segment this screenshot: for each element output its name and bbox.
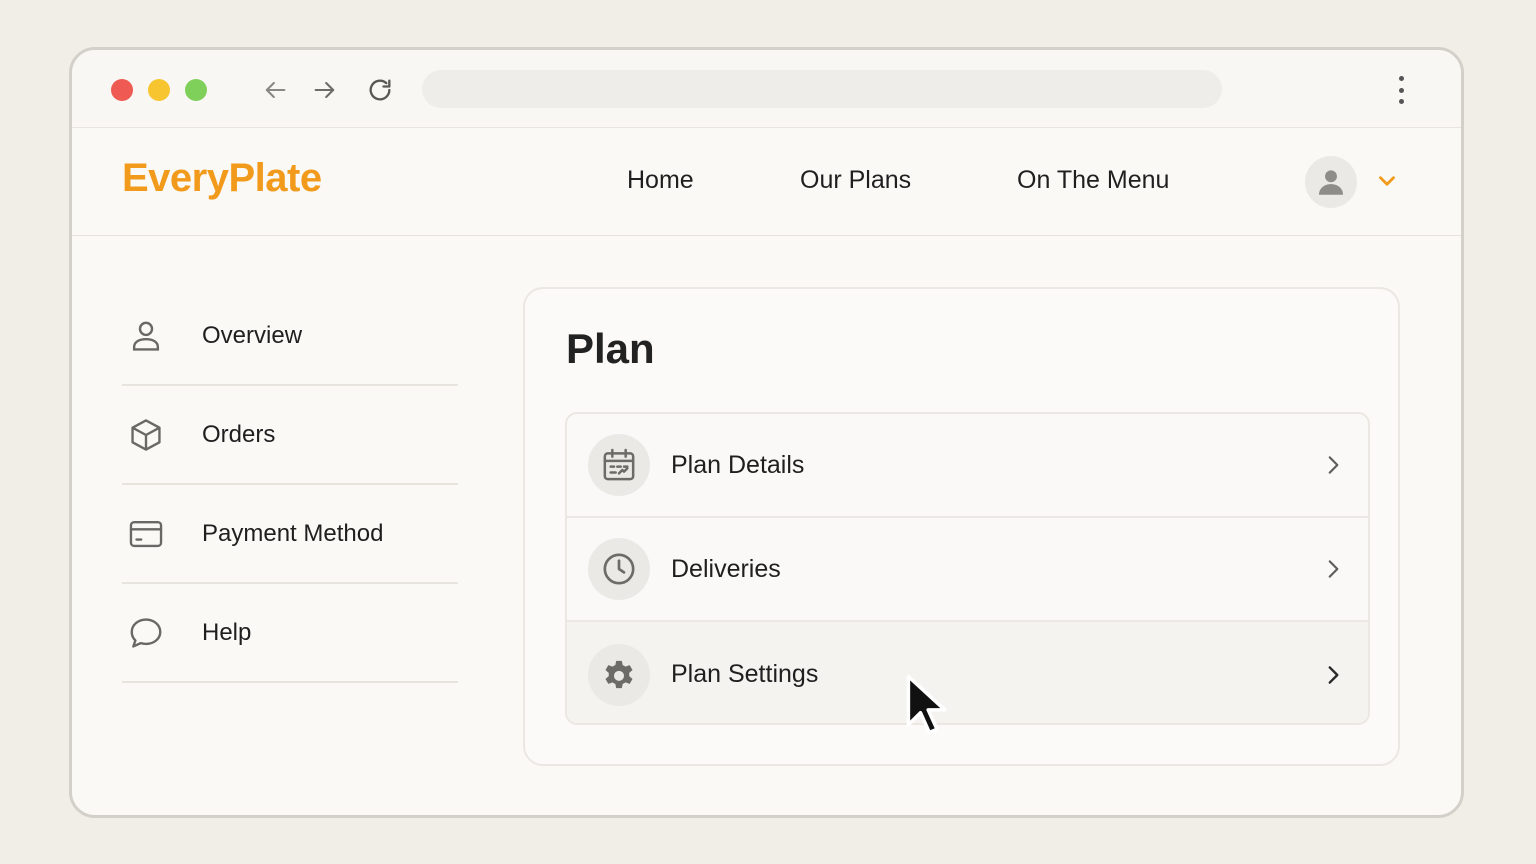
chevron-right-icon: [1328, 665, 1339, 684]
sidebar-item-orders[interactable]: Orders: [122, 386, 458, 485]
browser-toolbar: [72, 50, 1461, 128]
nav-on-the-menu-link[interactable]: On The Menu: [1017, 166, 1169, 195]
deliveries-row[interactable]: Deliveries: [567, 518, 1368, 622]
browser-window: EveryPlate Home Our Plans On The Menu Ov…: [69, 47, 1464, 818]
everyplate-logo[interactable]: EveryPlate: [122, 156, 322, 201]
box-icon: [126, 415, 166, 455]
user-icon: [126, 316, 166, 356]
close-window-button[interactable]: [111, 79, 133, 101]
mouse-pointer-icon: [906, 674, 947, 735]
credit-card-icon: [126, 514, 166, 554]
sidebar-item-label: Help: [202, 618, 252, 646]
gear-icon: [588, 643, 650, 706]
maximize-window-button[interactable]: [185, 79, 207, 101]
chat-bubble-icon: [126, 613, 166, 653]
deliveries-label: Deliveries: [671, 554, 781, 583]
minimize-window-button[interactable]: [148, 79, 170, 101]
chevron-right-icon: [1328, 456, 1339, 474]
plan-details-label: Plan Details: [671, 450, 805, 479]
plan-card: Plan Plan Details Deliveries Plan Settin…: [523, 287, 1400, 766]
user-icon: [1318, 170, 1344, 195]
forward-arrow-icon[interactable]: [308, 73, 342, 107]
reload-icon[interactable]: [363, 73, 397, 107]
plan-settings-row[interactable]: Plan Settings: [567, 622, 1368, 723]
address-bar[interactable]: [422, 70, 1222, 108]
chevron-right-icon: [1328, 560, 1339, 578]
plan-options-list: Plan Details Deliveries Plan Settings: [565, 412, 1370, 725]
sidebar-item-label: Overview: [202, 321, 303, 349]
chevron-down-icon[interactable]: [1374, 168, 1400, 194]
more-vertical-icon[interactable]: [1393, 74, 1409, 106]
plan-settings-label: Plan Settings: [671, 660, 819, 688]
nav-our-plans-link[interactable]: Our Plans: [800, 166, 911, 195]
page-title: Plan: [566, 325, 655, 372]
sidebar-item-overview[interactable]: Overview: [122, 287, 458, 386]
account-avatar[interactable]: [1305, 156, 1357, 208]
plan-details-row[interactable]: Plan Details: [567, 414, 1368, 518]
clock-icon: [588, 538, 650, 600]
site-header: EveryPlate Home Our Plans On The Menu: [72, 128, 1461, 236]
sidebar-item-label: Orders: [202, 420, 276, 448]
calendar-icon: [588, 434, 650, 496]
sidebar-item-help[interactable]: Help: [122, 584, 458, 683]
nav-home-link[interactable]: Home: [627, 166, 694, 195]
sidebar-item-label: Payment Method: [202, 519, 384, 547]
sidebar-item-payment-method[interactable]: Payment Method: [122, 485, 458, 584]
account-sidebar: Overview Orders Payment Method Help: [122, 287, 458, 683]
back-arrow-icon[interactable]: [258, 73, 292, 107]
